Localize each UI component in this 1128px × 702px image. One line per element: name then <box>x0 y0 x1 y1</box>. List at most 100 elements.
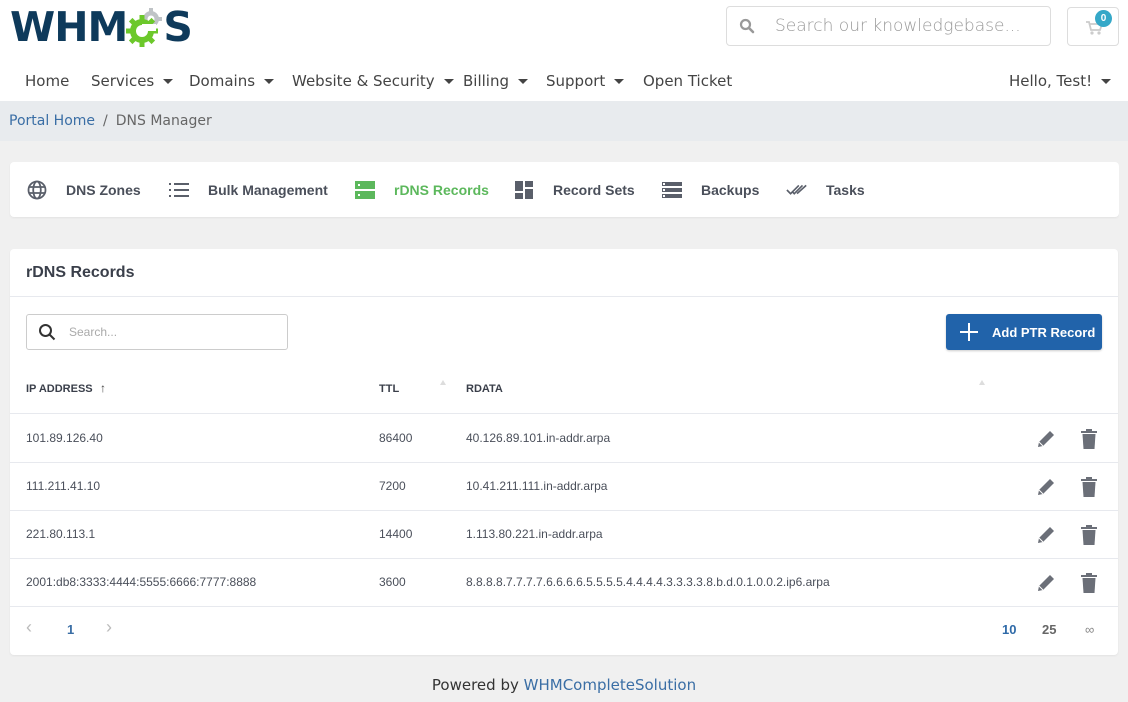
tab-backups-label: Backups <box>701 181 760 198</box>
footer-whmcs-link[interactable]: WHMCompleteSolution <box>524 676 696 694</box>
pagination-prev-icon[interactable]: ‹ <box>26 617 32 638</box>
page-size-25[interactable]: 25 <box>1042 622 1056 637</box>
nav-domains[interactable]: Domains <box>189 72 275 90</box>
delete-trash-icon[interactable] <box>1078 572 1100 594</box>
gear-logo-icon <box>126 8 163 47</box>
nav-website-security[interactable]: Website & Security <box>292 72 454 90</box>
table-header: IP ADDRESS ↑ TTL RDATA <box>10 366 1118 414</box>
nav-website-security-label: Website & Security <box>292 72 435 90</box>
tab-backups[interactable]: Backups <box>661 162 759 217</box>
nav-home-label: Home <box>25 72 70 90</box>
cell-rdata: 1.113.80.221.in-addr.arpa <box>466 527 603 541</box>
panel-title: rDNS Records <box>26 264 135 281</box>
nav-billing[interactable]: Billing <box>463 72 528 90</box>
cell-ip-address: 221.80.113.1 <box>26 527 96 541</box>
plus-icon <box>960 323 978 341</box>
search-icon <box>29 323 65 341</box>
dns-manager-tabs: DNS Zones Bulk Management rDNS Records R… <box>10 162 1119 217</box>
cart-count-badge: 0 <box>1095 10 1112 27</box>
tab-dns-zones-label: DNS Zones <box>66 181 141 198</box>
records-search-input[interactable] <box>69 325 269 339</box>
add-ptr-record-button[interactable]: Add PTR Record <box>946 314 1102 350</box>
page-scrollbar-track[interactable] <box>1119 141 1128 702</box>
search-icon <box>727 18 767 34</box>
user-greeting: Hello, Test! <box>1009 72 1093 90</box>
footer-prefix: Powered by <box>431 676 519 694</box>
records-search[interactable] <box>26 314 288 350</box>
cell-ip-address: 101.89.126.40 <box>26 431 103 445</box>
pagination: ‹ 1 › 10 25 ∞ <box>10 606 1118 655</box>
top-header: WHM S Search our knowledgebase... 0 <box>0 0 1128 62</box>
tab-tasks-label: Tasks <box>826 181 865 198</box>
column-header-ip-address[interactable]: IP ADDRESS <box>26 383 93 395</box>
dashboard-icon <box>513 179 535 201</box>
delete-trash-icon[interactable] <box>1078 428 1100 450</box>
cell-rdata: 10.41.211.111.in-addr.arpa <box>466 479 608 493</box>
nav-services[interactable]: Services <box>91 72 174 90</box>
nav-open-ticket[interactable]: Open Ticket <box>643 72 732 90</box>
logo-text-right: S <box>163 2 193 51</box>
breadcrumb-current: DNS Manager <box>115 113 212 129</box>
knowledgebase-search-input[interactable] <box>775 16 1035 36</box>
table-row: 101.89.126.40 86400 40.126.89.101.in-add… <box>10 415 1118 463</box>
tab-dns-zones[interactable]: DNS Zones <box>26 162 141 217</box>
knowledgebase-search[interactable] <box>726 6 1051 46</box>
globe-icon <box>26 179 48 201</box>
cell-ip-address: 111.211.41.10 <box>26 479 101 493</box>
pagination-next-icon[interactable]: › <box>106 617 112 638</box>
nav-home[interactable]: Home <box>25 72 69 90</box>
page-size-10[interactable]: 10 <box>1002 622 1016 637</box>
cart-button[interactable]: 0 <box>1067 7 1119 46</box>
edit-pencil-icon[interactable] <box>1035 572 1057 594</box>
tab-bulk-management-label: Bulk Management <box>208 181 328 198</box>
tab-record-sets[interactable]: Record Sets <box>513 162 635 217</box>
nav-open-ticket-label: Open Ticket <box>643 72 733 90</box>
table-row: 221.80.113.1 14400 1.113.80.221.in-addr.… <box>10 511 1118 559</box>
caret-down-icon <box>518 78 528 84</box>
cell-ip-address: 2001:db8:3333:4444:5555:6666:7777:8888 <box>26 575 257 589</box>
delete-trash-icon[interactable] <box>1078 524 1100 546</box>
column-header-rdata[interactable]: RDATA <box>466 383 503 395</box>
cell-ttl: 14400 <box>379 527 413 541</box>
footer: Powered by WHMCompleteSolution <box>0 676 1128 694</box>
nav-support-label: Support <box>546 72 606 90</box>
nav-billing-label: Billing <box>463 72 509 90</box>
sort-indicator-icon[interactable] <box>440 380 446 385</box>
column-header-ttl[interactable]: TTL <box>379 383 399 395</box>
list-icon <box>168 179 190 201</box>
nav-support[interactable]: Support <box>546 72 625 90</box>
server-icon <box>354 179 376 201</box>
caret-down-icon <box>1101 78 1112 84</box>
add-ptr-record-label: Add PTR Record <box>992 324 1096 340</box>
caret-down-icon <box>163 78 174 84</box>
rdns-records-panel: rDNS Records Add PTR Record IP ADDRESS ↑… <box>10 249 1118 655</box>
page-size-all[interactable]: ∞ <box>1085 622 1094 637</box>
cell-ttl: 7200 <box>379 479 406 493</box>
nav-domains-label: Domains <box>189 72 256 90</box>
breadcrumb-separator: / <box>103 113 108 129</box>
tab-rdns-records-label: rDNS Records <box>394 181 489 198</box>
edit-pencil-icon[interactable] <box>1035 524 1057 546</box>
cell-rdata: 40.126.89.101.in-addr.arpa <box>466 431 611 445</box>
logo-text-left: WHM <box>10 2 128 51</box>
caret-down-icon <box>614 78 625 84</box>
delete-trash-icon[interactable] <box>1078 476 1100 498</box>
pagination-page-current[interactable]: 1 <box>67 622 74 637</box>
panel-divider <box>10 296 1118 297</box>
whmcs-logo[interactable]: WHM S <box>10 2 193 51</box>
edit-pencil-icon[interactable] <box>1035 428 1057 450</box>
caret-down-icon <box>443 78 454 84</box>
table-row: 2001:db8:3333:4444:5555:6666:7777:8888 3… <box>10 559 1118 607</box>
sort-ascending-icon[interactable]: ↑ <box>100 381 106 395</box>
cell-ttl: 86400 <box>379 431 413 445</box>
cell-rdata: 8.8.8.8.7.7.7.7.6.6.6.6.5.5.5.5.4.4.4.4.… <box>466 575 830 589</box>
user-menu[interactable]: Hello, Test! <box>1009 72 1112 90</box>
nav-services-label: Services <box>91 72 155 90</box>
breadcrumb-portal-home[interactable]: Portal Home <box>9 113 95 129</box>
tab-rdns-records[interactable]: rDNS Records <box>354 162 489 217</box>
double-check-icon <box>786 179 808 201</box>
tab-bulk-management[interactable]: Bulk Management <box>168 162 328 217</box>
edit-pencil-icon[interactable] <box>1035 476 1057 498</box>
sort-indicator-icon[interactable] <box>979 380 985 385</box>
tab-tasks[interactable]: Tasks <box>786 162 865 217</box>
